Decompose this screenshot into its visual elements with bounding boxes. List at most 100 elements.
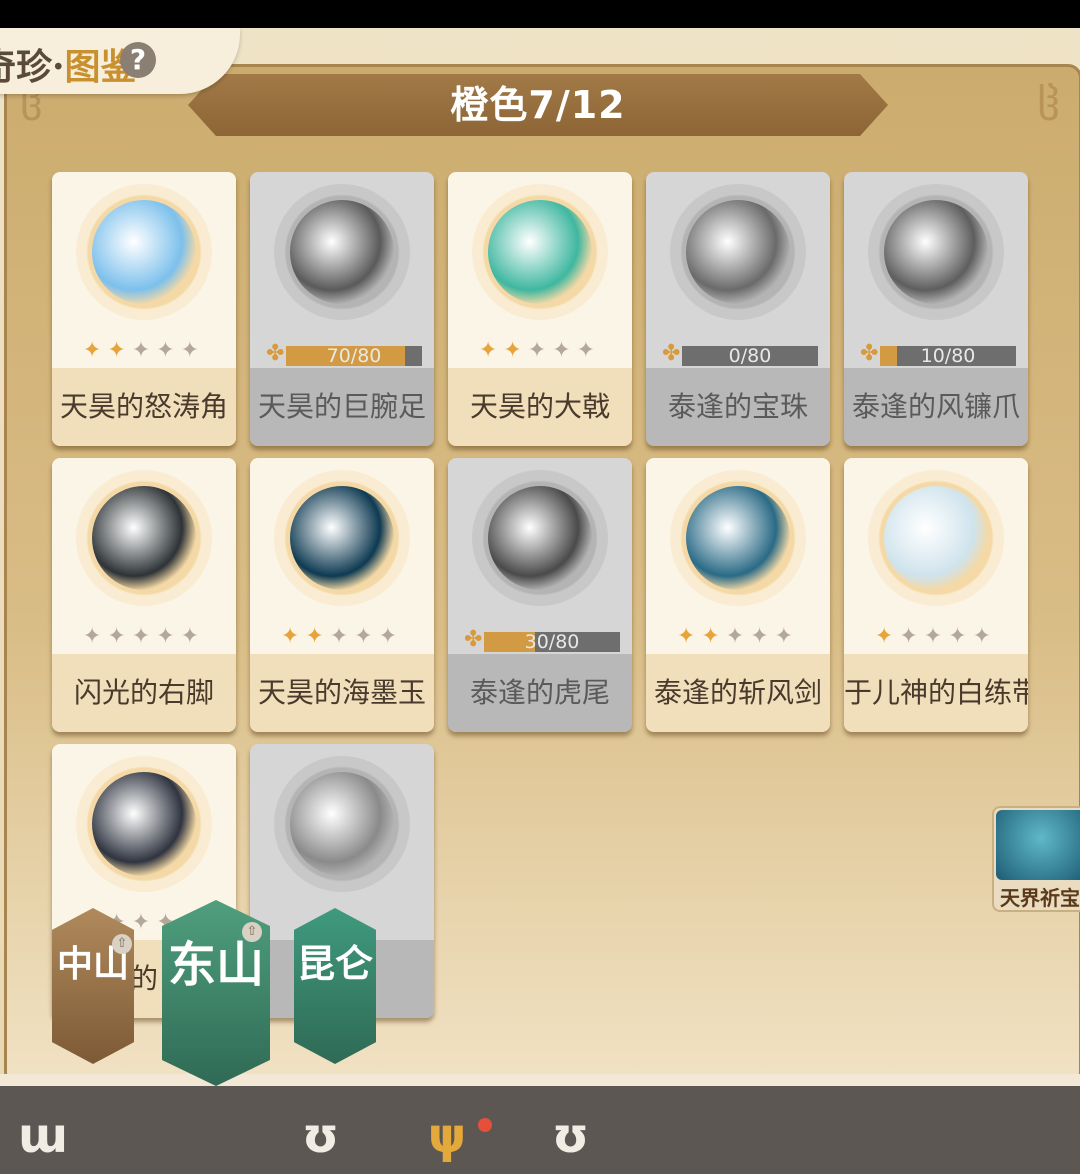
fragment-progress: 70/80 ✤ <box>266 342 422 366</box>
fragment-bar: 70/80 <box>286 346 422 366</box>
serpent-icon <box>290 772 394 876</box>
region-label-dongshan: 东山 <box>167 937 264 993</box>
bottom-nav: ɯ ʊ ψ ʊ <box>0 1086 1080 1174</box>
star-icon: ✦ <box>131 624 157 649</box>
star-icon: ✦ <box>701 624 726 649</box>
star-icon: ✦ <box>576 338 602 363</box>
item-name: 于儿神的白练带 <box>844 676 1028 709</box>
star-icon: ✦ <box>378 624 404 649</box>
star-icon: ✦ <box>107 338 132 363</box>
item-name: 泰逢的宝珠 <box>667 390 808 423</box>
star-icon: ✦ <box>156 624 181 649</box>
upgrade-arrow-icon: ⇧ <box>112 934 132 954</box>
star-icon: ✦ <box>899 624 924 649</box>
boot-icon <box>92 486 196 590</box>
fragment-count: 70/80 <box>326 345 382 367</box>
star-icon: ✦ <box>131 910 157 935</box>
puzzle-icon: ✤ <box>464 627 483 652</box>
heaven-prayer-label: 天界祈宝 <box>1000 886 1080 910</box>
star-icon: ✦ <box>82 624 108 649</box>
fragment-bar: 10/80 <box>880 346 1016 366</box>
item-name: 天昊的大戟 <box>469 390 610 423</box>
fragment-count: 30/80 <box>524 631 580 653</box>
star-icon: ✦ <box>552 338 577 363</box>
nav-swirl-icon-2[interactable]: ʊ <box>552 1106 589 1166</box>
nav-lotus-icon[interactable]: ψ <box>428 1106 466 1166</box>
upgrade-arrow-icon: ⇧ <box>242 922 262 942</box>
star-icon: ✦ <box>305 624 330 649</box>
star-icon: ✦ <box>131 338 157 363</box>
star-rating: ✦✦✦✦✦ <box>250 624 434 649</box>
star-icon: ✦ <box>354 624 379 649</box>
item-name: 泰逢的虎尾 <box>469 676 610 709</box>
rarity-progress: 橙色7/12 <box>450 83 626 127</box>
star-icon: ✦ <box>774 624 800 649</box>
item-name: 天昊的海墨玉 <box>257 676 426 709</box>
heaven-prayer-button[interactable]: 天界祈宝 <box>992 806 1080 912</box>
star-rating: ✦✦✦✦✦ <box>646 624 830 649</box>
collection-card[interactable]: ✦✦✦✦✦ 泰逢的斩风剑 <box>646 458 830 732</box>
star-rating: ✦✦✦✦✦ <box>52 624 236 649</box>
collection-card[interactable]: 0/80 ✤ 泰逢的宝珠 <box>646 172 830 446</box>
help-icon[interactable]: ? <box>120 42 156 78</box>
star-icon: ✦ <box>180 624 206 649</box>
rarity-banner: 橙色7/12 <box>188 74 888 136</box>
region-tab-kunlun[interactable]: 昆仑 <box>294 908 376 1064</box>
page-title: 奇珍·图鉴 <box>0 38 137 90</box>
region-tab-dongshan[interactable]: 东山 ⇧ <box>162 900 270 1086</box>
star-icon: ✦ <box>972 624 998 649</box>
status-bar <box>0 0 1080 28</box>
region-bg <box>294 908 376 1064</box>
tentacle-icon <box>290 200 394 304</box>
item-name: 天昊的巨腕足 <box>257 390 426 423</box>
star-icon: ✦ <box>527 338 553 363</box>
star-icon: ✦ <box>874 624 900 649</box>
jade-orb-icon <box>290 486 394 590</box>
puzzle-icon: ✤ <box>860 341 879 366</box>
cloak-icon <box>92 772 196 876</box>
collection-card[interactable]: ✦✦✦✦✦ 闪光的右脚 <box>52 458 236 732</box>
star-rating: ✦✦✦✦✦ <box>844 624 1028 649</box>
fragment-count: 10/80 <box>920 345 976 367</box>
star-icon: ✦ <box>478 338 504 363</box>
star-icon: ✦ <box>329 624 355 649</box>
collection-card[interactable]: ✦✦✦✦✦ 天昊的海墨玉 <box>250 458 434 732</box>
title-tab: 奇珍·图鉴 ? <box>0 28 240 94</box>
puzzle-icon: ✤ <box>662 341 681 366</box>
notification-dot <box>478 1118 492 1132</box>
orb-icon <box>686 200 790 304</box>
white-sash-icon <box>884 486 988 590</box>
star-icon: ✦ <box>82 338 108 363</box>
halberd-icon <box>488 200 592 304</box>
title-prefix: 奇珍· <box>0 46 65 88</box>
collection-card[interactable]: ✦✦✦✦✦ 天昊的怒涛角 <box>52 172 236 446</box>
nav-back-icon[interactable]: ɯ <box>18 1106 68 1166</box>
star-icon: ✦ <box>107 624 132 649</box>
fragment-bar: 30/80 <box>484 632 620 652</box>
nav-swirl-icon[interactable]: ʊ <box>302 1106 339 1166</box>
horn-icon <box>92 200 196 304</box>
collection-card[interactable]: 10/80 ✤ 泰逢的风镰爪 <box>844 172 1028 446</box>
fragment-progress: 0/80 ✤ <box>662 341 818 366</box>
star-icon: ✦ <box>750 624 775 649</box>
star-icon: ✦ <box>676 624 702 649</box>
fragment-bar: 0/80 <box>682 346 818 366</box>
item-name: 闪光的右脚 <box>73 676 214 709</box>
collection-card[interactable]: ✦✦✦✦✦ 于儿神的白练带 <box>844 458 1028 732</box>
item-name: 天昊的怒涛角 <box>59 390 228 423</box>
region-tab-zhongshan[interactable]: 中山 ⇧ <box>52 908 134 1064</box>
star-icon: ✦ <box>725 624 751 649</box>
star-icon: ✦ <box>948 624 973 649</box>
collection-screen: ჱ ჱ 橙色7/12 奇珍·图鉴 ? ✦✦✦✦✦天昊的怒涛角70/80✤天昊的巨… <box>0 28 1080 1174</box>
collection-card[interactable]: 70/80 ✤ 天昊的巨腕足 <box>250 172 434 446</box>
collection-card[interactable]: ✦✦✦✦✦ 天昊的大戟 <box>448 172 632 446</box>
item-name: 泰逢的风镰爪 <box>851 390 1020 423</box>
sword-icon <box>686 486 790 590</box>
collection-card[interactable]: 30/80 ✤ 泰逢的虎尾 <box>448 458 632 732</box>
item-name: 泰逢的斩风剑 <box>653 676 822 709</box>
star-rating: ✦✦✦✦✦ <box>52 338 236 363</box>
sky-tree-icon <box>996 810 1080 880</box>
cloud-ornament-right: ჱ <box>1037 80 1060 131</box>
fragment-progress: 30/80 ✤ <box>464 627 620 652</box>
fragment-count: 0/80 <box>728 345 772 367</box>
